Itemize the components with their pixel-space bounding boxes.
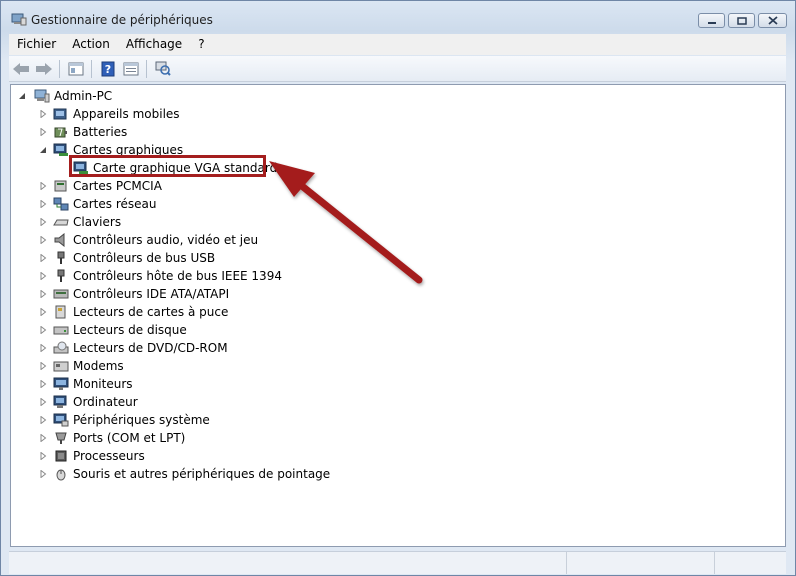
- status-cell-main: [9, 552, 567, 574]
- annotation-arrow: [269, 161, 423, 284]
- close-button[interactable]: [758, 13, 787, 28]
- back-button[interactable]: [10, 59, 32, 79]
- help-button[interactable]: ?: [97, 59, 119, 79]
- device-tree: Admin-PC Appareils mobiles Batteries Carte…: [10, 84, 786, 547]
- toolbar-separator: [59, 59, 60, 78]
- scan-hardware-icon: [155, 61, 171, 76]
- status-bar: [9, 551, 786, 574]
- properties-icon: [123, 62, 139, 75]
- status-cell-2: [567, 552, 715, 574]
- maximize-button[interactable]: [728, 13, 755, 28]
- toolbar-separator: [146, 59, 147, 78]
- minimize-button[interactable]: [698, 13, 725, 28]
- close-icon: [767, 16, 778, 25]
- menu-action[interactable]: Action: [64, 34, 118, 55]
- svg-text:?: ?: [105, 63, 111, 76]
- menu-fichier[interactable]: Fichier: [9, 34, 64, 55]
- back-arrow-icon: [13, 62, 29, 75]
- forward-button[interactable]: [33, 59, 55, 79]
- maximize-icon: [736, 16, 747, 25]
- properties-button[interactable]: [120, 59, 142, 79]
- menu-affichage[interactable]: Affichage: [118, 34, 190, 55]
- menu-help[interactable]: ?: [190, 34, 212, 55]
- forward-arrow-icon: [36, 62, 52, 75]
- title-bar[interactable]: Gestionnaire de périphériques: [1, 1, 795, 33]
- device-manager-app-icon: [11, 12, 27, 26]
- status-cell-3: [715, 552, 786, 574]
- window-title: Gestionnaire de périphériques: [31, 13, 213, 27]
- console-tree-icon: [68, 62, 84, 75]
- device-manager-window: Gestionnaire de périphériques Fichier Ac…: [0, 0, 796, 576]
- toolbar-separator: [91, 59, 92, 78]
- toolbar: ?: [9, 56, 786, 82]
- help-icon: ?: [101, 61, 115, 76]
- show-hide-tree-button[interactable]: [65, 59, 87, 79]
- scan-hardware-button[interactable]: [152, 59, 174, 79]
- menu-bar: Fichier Action Affichage ?: [9, 34, 786, 55]
- minimize-icon: [707, 21, 716, 24]
